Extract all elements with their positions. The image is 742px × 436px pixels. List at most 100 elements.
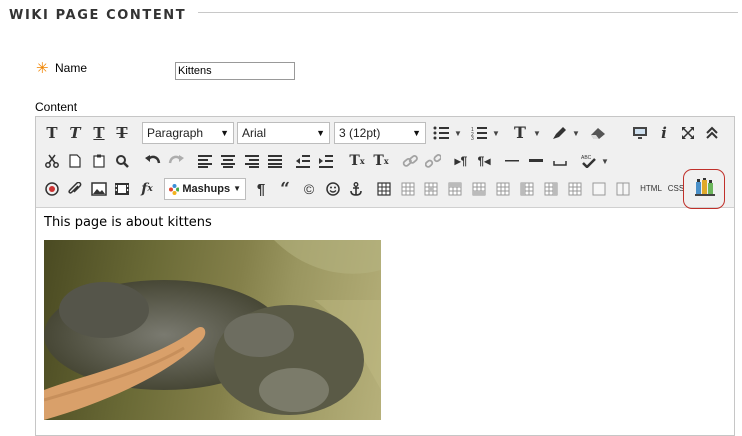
justify-button[interactable] xyxy=(264,150,286,172)
insert-equation-button[interactable]: fx xyxy=(136,178,158,200)
record-icon xyxy=(45,182,59,196)
col-before-icon xyxy=(520,182,534,196)
insert-row-before-button[interactable] xyxy=(444,178,466,200)
image-icon xyxy=(91,182,107,196)
chevron-down-icon: ▼ xyxy=(316,127,325,138)
insert-media-button[interactable] xyxy=(111,178,133,200)
cut-button[interactable] xyxy=(41,150,63,172)
kitten-image xyxy=(44,240,381,420)
align-center-button[interactable] xyxy=(217,150,239,172)
paperclip-icon xyxy=(68,182,82,194)
bullet-list-icon xyxy=(433,126,449,140)
spellcheck-icon: ABC xyxy=(581,155,596,168)
subscript-button[interactable]: Tx xyxy=(370,150,392,172)
font-size-select[interactable]: 3 (12pt) ▼ xyxy=(334,122,426,144)
accessibility-checker-highlight xyxy=(683,169,725,209)
svg-text:ABC: ABC xyxy=(581,155,592,161)
blockquote-button[interactable]: “ xyxy=(274,178,296,200)
align-justify-icon xyxy=(268,155,282,168)
chevron-down-icon: ▼ xyxy=(233,184,241,193)
section-title: WIKI PAGE CONTENT xyxy=(9,8,187,23)
insert-table-button[interactable] xyxy=(373,178,395,200)
copy-button[interactable] xyxy=(64,150,86,172)
expand-icon xyxy=(682,127,694,139)
strikethrough-button[interactable]: T xyxy=(111,122,133,144)
highlight-button[interactable] xyxy=(548,122,570,144)
monitor-icon xyxy=(633,127,647,139)
delete-row-button[interactable] xyxy=(492,178,514,200)
mashups-select[interactable]: Mashups ▼ xyxy=(164,178,246,200)
unlink-button[interactable] xyxy=(422,150,444,172)
font-family-value: Arial xyxy=(242,126,267,140)
find-button[interactable] xyxy=(111,150,133,172)
info-button[interactable]: i xyxy=(653,122,675,144)
copyright-button[interactable]: © xyxy=(298,178,320,200)
spellcheck-options[interactable]: ▼ xyxy=(600,150,610,172)
underline-button[interactable]: T xyxy=(88,122,110,144)
paste-button[interactable] xyxy=(88,150,110,172)
document-icon xyxy=(69,154,81,168)
fullscreen-button[interactable] xyxy=(677,122,699,144)
indent-button[interactable] xyxy=(315,150,337,172)
delete-column-button[interactable] xyxy=(564,178,586,200)
italic-button[interactable]: T xyxy=(64,122,86,144)
text-color-button[interactable]: T xyxy=(509,122,531,144)
preview-button[interactable] xyxy=(629,122,651,144)
rich-text-editor: T T T T Paragraph ▼ Arial ▼ 3 (12pt) ▼ ▼ 12… xyxy=(35,116,735,436)
editor-body-text: This page is about kittens xyxy=(44,215,212,230)
paragraph-mark-button[interactable]: ¶ xyxy=(250,178,272,200)
outdent-button[interactable] xyxy=(292,150,314,172)
anchor-icon xyxy=(350,182,362,196)
rtl-direction-button[interactable]: ¶◂ xyxy=(473,150,495,172)
insert-column-after-button[interactable] xyxy=(540,178,562,200)
insert-row-after-button[interactable] xyxy=(468,178,490,200)
thick-line-icon xyxy=(529,159,543,162)
insert-link-button[interactable] xyxy=(399,150,421,172)
font-family-select[interactable]: Arial ▼ xyxy=(237,122,330,144)
delete-row-icon xyxy=(496,182,510,196)
html-source-button[interactable]: HTML xyxy=(638,178,664,200)
name-input[interactable] xyxy=(175,62,295,80)
required-icon: ✳ xyxy=(36,60,49,77)
paragraph-format-select[interactable]: Paragraph ▼ xyxy=(142,122,234,144)
row-before-icon xyxy=(448,182,462,196)
attach-file-button[interactable] xyxy=(64,178,86,200)
insert-column-before-button[interactable] xyxy=(516,178,538,200)
split-cells-button[interactable] xyxy=(588,178,610,200)
emoticon-button[interactable] xyxy=(322,178,344,200)
ltr-direction-button[interactable]: ▸¶ xyxy=(450,150,472,172)
clipboard-icon xyxy=(93,154,105,168)
nonbreaking-space-button[interactable] xyxy=(549,150,571,172)
insert-image-button[interactable] xyxy=(88,178,110,200)
bullet-list-options[interactable]: ▼ xyxy=(453,122,463,144)
undo-button[interactable] xyxy=(142,150,164,172)
thick-rule-button[interactable] xyxy=(525,150,547,172)
table-cell-icon xyxy=(424,182,438,196)
redo-button[interactable] xyxy=(165,150,187,172)
merge-cells-button[interactable] xyxy=(612,178,634,200)
row-after-icon xyxy=(472,182,486,196)
highlighter-icon xyxy=(553,127,566,139)
highlight-options[interactable]: ▼ xyxy=(571,122,581,144)
horizontal-rule-button[interactable] xyxy=(501,150,523,172)
clear-formatting-button[interactable] xyxy=(587,122,609,144)
numbered-list-button[interactable]: 123 xyxy=(468,122,490,144)
table-row-icon xyxy=(401,182,415,196)
editor-toolbar: T T T T Paragraph ▼ Arial ▼ 3 (12pt) ▼ ▼ 12… xyxy=(36,117,734,208)
collapse-toolbar-button[interactable] xyxy=(701,122,723,144)
redo-icon xyxy=(168,155,184,164)
spellcheck-button[interactable]: ABC xyxy=(577,150,599,172)
table-cell-props-button[interactable] xyxy=(420,178,442,200)
text-color-options[interactable]: ▼ xyxy=(532,122,542,144)
record-button[interactable] xyxy=(41,178,63,200)
table-row-props-button[interactable] xyxy=(397,178,419,200)
kitten-photo-graphic xyxy=(44,240,381,420)
bold-button[interactable]: T xyxy=(41,122,63,144)
align-right-button[interactable] xyxy=(241,150,263,172)
superscript-button[interactable]: Tx xyxy=(346,150,368,172)
bullet-list-button[interactable] xyxy=(430,122,452,144)
merge-cells-icon xyxy=(616,182,630,196)
numbered-list-options[interactable]: ▼ xyxy=(491,122,501,144)
anchor-button[interactable] xyxy=(345,178,367,200)
align-left-button[interactable] xyxy=(194,150,216,172)
